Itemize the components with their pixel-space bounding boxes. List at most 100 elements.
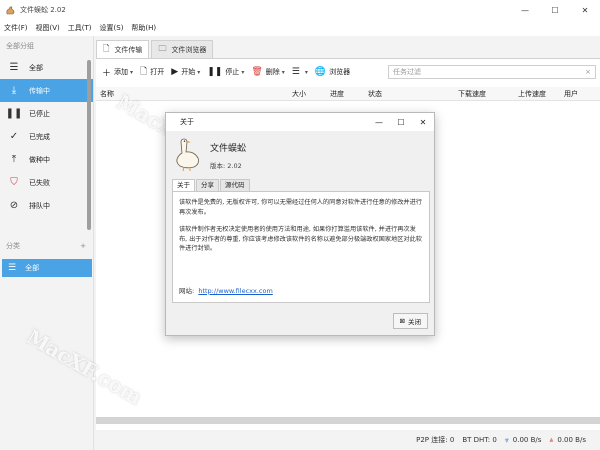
column-status[interactable]: 状态 — [368, 89, 382, 99]
dialog-maximize-button[interactable]: ☐ — [390, 113, 412, 131]
dialog-minimize-button[interactable]: — — [368, 113, 390, 131]
sidebar-item-label: 传输中 — [29, 86, 50, 95]
category-item-all[interactable]: ☰ 全部 — [2, 259, 92, 277]
clear-filter-button[interactable]: × — [585, 66, 591, 78]
more-menu-button[interactable]: ☰ ▾ — [292, 67, 308, 77]
open-button[interactable]: 🗋 打开 — [140, 64, 164, 80]
pause-icon: ❚❚ — [5, 108, 23, 119]
menu-file[interactable]: 文件(F) — [4, 23, 28, 33]
chevron-down-icon: ▾ — [130, 68, 134, 76]
dialog-tab-source[interactable]: 源代码 — [220, 179, 250, 191]
column-upload-speed[interactable]: 上传速度 — [518, 89, 546, 99]
pause-icon: ❚❚ — [207, 67, 223, 77]
column-name[interactable]: 名称 — [100, 89, 114, 99]
browser-button[interactable]: 🌐 浏览器 — [315, 67, 350, 77]
goose-logo-icon — [176, 138, 199, 172]
minimize-button[interactable]: — — [510, 0, 540, 20]
sidebar-item-label: 全部 — [29, 63, 43, 72]
download-speed-status: ⩔ 0.00 B/s — [505, 436, 542, 445]
toolbar: ＋ 添加 ▾ 🗋 打开 ▶ 开始 ▾ ❚❚ 停止 ▾ 🗑 删除 ▾ ☰ ▾ 🌐 — [96, 59, 600, 85]
title-bar: 文件蜈蚣 2.02 — ☐ ✕ — [0, 0, 600, 20]
dialog-tab-share[interactable]: 分享 — [196, 179, 219, 191]
column-users[interactable]: 用户 — [564, 89, 578, 99]
p2p-value: 0 — [449, 436, 455, 444]
sidebar-item-label: 已完成 — [29, 132, 50, 141]
column-download-speed[interactable]: 下载速度 — [458, 89, 486, 99]
play-icon: ▶ — [171, 67, 179, 77]
horizontal-scrollbar[interactable] — [96, 417, 600, 424]
plus-icon: ＋ — [102, 68, 112, 79]
open-file-icon: 🗋 — [140, 67, 148, 77]
sidebar-header: 全部分组 — [6, 42, 34, 50]
column-progress[interactable]: 进度 — [330, 89, 344, 99]
sidebar-item-failed[interactable]: ⛉ 已失败 — [0, 171, 93, 194]
website-row: 网站: http://www.filecxx.com — [179, 287, 273, 297]
upload-speed-status: ⩓ 0.00 B/s — [549, 436, 586, 445]
menu-help[interactable]: 帮助(H) — [131, 23, 156, 33]
download-speed-value: 0.00 B/s — [512, 436, 542, 444]
error-icon: ⛉ — [10, 177, 18, 188]
delete-button[interactable]: 🗑 删除 ▾ — [251, 67, 284, 77]
sidebar-item-queued[interactable]: ⊘ 排队中 — [0, 194, 93, 217]
menu-icon: ☰ — [9, 62, 19, 73]
sidebar-item-seeding[interactable]: ⤒ 做种中 — [0, 148, 93, 171]
dht-value: 0 — [492, 436, 497, 444]
dialog-tab-about[interactable]: 关于 — [172, 179, 195, 191]
delete-label: 删除 — [265, 68, 280, 76]
task-filter-input[interactable]: 任务过滤 × — [388, 65, 596, 79]
sidebar-item-stopped[interactable]: ❚❚ 已停止 — [0, 102, 93, 125]
sidebar-scrollbar[interactable] — [87, 60, 91, 230]
upload-speed-value: 0.00 B/s — [557, 436, 586, 444]
sidebar-item-completed[interactable]: ✓ 已完成 — [0, 125, 93, 148]
website-link[interactable]: http://www.filecxx.com — [198, 287, 272, 295]
dialog-close-action-button[interactable]: ⊠ 关闭 — [392, 313, 428, 329]
menu-settings[interactable]: 设置(S) — [100, 23, 124, 33]
tab-label: 文件传输 — [114, 45, 143, 54]
chevron-down-icon: ▾ — [304, 68, 308, 76]
window-title: 文件蜈蚣 2.02 — [20, 6, 66, 14]
status-bar: P2P 连接: 0 BT DHT: 0 ⩔ 0.00 B/s ⩓ 0.00 B/… — [96, 430, 600, 450]
filter-placeholder: 任务过滤 — [393, 68, 421, 76]
menu-icon: ☰ — [8, 263, 17, 273]
dialog-title: 关于 — [180, 118, 194, 126]
app-logo-icon — [4, 4, 16, 16]
open-label: 打开 — [150, 68, 165, 76]
category-header: 分类 + — [0, 239, 92, 253]
license-text: 该软件是免费的, 无版权许可, 你可以无需经过任何人的同意对软件进行任意的修改并… — [179, 199, 422, 216]
sidebar-item-all[interactable]: ☰ 全部 — [0, 56, 93, 79]
download-icon: ⤓ — [11, 85, 17, 96]
main-tabs: 🗋 文件传输 🗀 文件浏览器 — [96, 40, 215, 58]
chevron-down-icon: ▾ — [197, 68, 201, 76]
dialog-close-button[interactable]: ✕ — [412, 113, 434, 131]
dialog-tabs: 关于 分享 源代码 — [172, 179, 251, 191]
dht-status: BT DHT: 0 — [462, 436, 497, 444]
menu-view[interactable]: 视图(V) — [36, 23, 60, 33]
dialog-header: 文件蜈蚣 版本: 2.02 — [172, 135, 430, 175]
p2p-label: P2P 连接: — [416, 436, 448, 444]
download-speed-icon: ⩔ — [504, 435, 509, 444]
sidebar: 全部分组 ☰ 全部 ⤓ 传输中 ❚❚ 已停止 ✓ 已完成 ⤒ 做种中 ⛉ 已失败… — [0, 36, 94, 450]
add-category-button[interactable]: + — [80, 242, 86, 250]
about-dialog: 关于 — ☐ ✕ 文件蜈蚣 版本: 2.02 关于 分享 源代码 该软件是免费的… — [165, 112, 435, 336]
sidebar-item-label: 已失败 — [29, 178, 50, 187]
queue-icon: ⊘ — [9, 200, 19, 211]
start-label: 开始 — [181, 68, 196, 76]
upload-speed-icon: ⩓ — [549, 435, 554, 444]
stop-button[interactable]: ❚❚ 停止 ▾ — [207, 67, 244, 77]
sidebar-item-transferring[interactable]: ⤓ 传输中 — [0, 79, 93, 102]
maximize-button[interactable]: ☐ — [540, 0, 570, 20]
globe-icon: 🌐 — [314, 67, 327, 77]
start-button[interactable]: ▶ 开始 ▾ — [171, 67, 200, 77]
tab-file-browser[interactable]: 🗀 文件浏览器 — [151, 40, 214, 58]
tab-file-transfer[interactable]: 🗋 文件传输 — [96, 40, 150, 58]
column-size[interactable]: 大小 — [292, 89, 306, 99]
p2p-status: P2P 连接: 0 — [416, 435, 454, 445]
stop-label: 停止 — [225, 68, 240, 76]
add-button[interactable]: ＋ 添加 ▾ — [102, 66, 133, 79]
check-icon: ✓ — [9, 131, 19, 142]
close-button[interactable]: ✕ — [570, 0, 600, 20]
usage-text: 该软件制作者无权决定使用者的使用方法和用途, 如果你打算滥用该软件, 并进行再次… — [179, 226, 422, 252]
dht-label: BT DHT: — [462, 436, 491, 444]
menu-tools[interactable]: 工具(T) — [68, 23, 92, 33]
trash-icon: 🗑 — [251, 67, 263, 77]
